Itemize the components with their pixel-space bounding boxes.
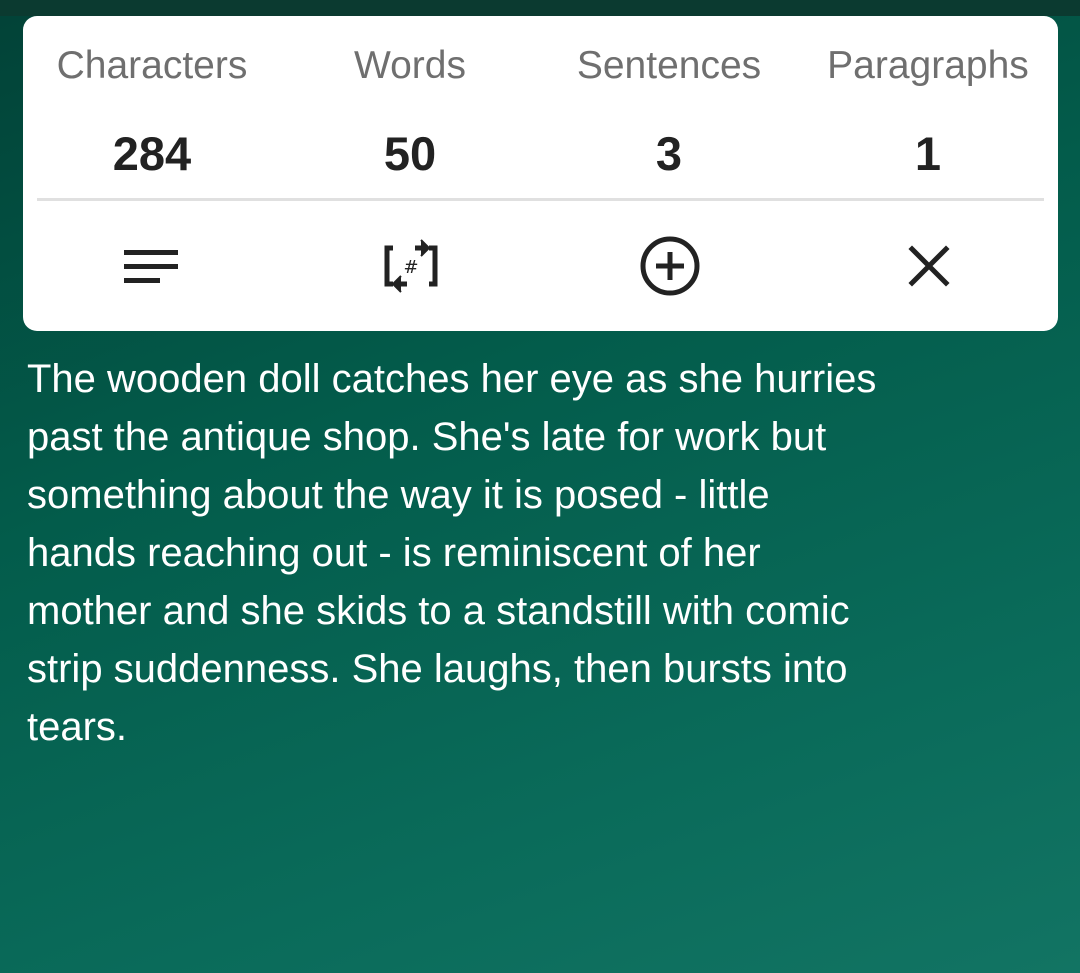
add-button[interactable] bbox=[630, 226, 710, 306]
stat-label: Words bbox=[354, 44, 466, 87]
stat-value: 284 bbox=[112, 127, 192, 180]
actions-row: # bbox=[23, 202, 1058, 331]
stat-label: Sentences bbox=[576, 44, 762, 87]
close-icon bbox=[908, 245, 950, 287]
lines-icon bbox=[124, 250, 178, 283]
text-body: The wooden doll catches her eye as she h… bbox=[27, 350, 1057, 756]
text-line: mother and she skids to a standstill wit… bbox=[27, 589, 850, 633]
stat-label: Characters bbox=[56, 44, 248, 87]
close-button[interactable] bbox=[889, 226, 969, 306]
text-line: The wooden doll catches her eye as she h… bbox=[27, 357, 877, 401]
divider bbox=[37, 198, 1044, 201]
count-toggle-button[interactable]: # bbox=[371, 226, 451, 306]
add-circle-icon bbox=[640, 236, 700, 296]
stat-value: 1 bbox=[914, 127, 942, 180]
stat-value: 50 bbox=[383, 127, 437, 180]
stat-label: Paragraphs bbox=[827, 44, 1029, 87]
lines-button[interactable] bbox=[112, 226, 192, 306]
text-line: strip suddenness. She laughs, then burst… bbox=[27, 647, 848, 691]
text-line: something about the way it is posed - li… bbox=[27, 473, 770, 517]
stats-row: Characters 284 Words 50 Sentences 3 Para… bbox=[23, 16, 1058, 201]
text-line: hands reaching out - is reminiscent of h… bbox=[27, 531, 761, 575]
status-bar-strip bbox=[0, 0, 1080, 16]
stat-value: 3 bbox=[655, 127, 683, 180]
text-line: tears. bbox=[27, 705, 128, 749]
stats-panel: Characters 284 Words 50 Sentences 3 Para… bbox=[23, 16, 1058, 331]
hash-glyph: # bbox=[403, 257, 418, 278]
text-line: past the antique shop. She's late for wo… bbox=[27, 415, 827, 459]
count-toggle-icon: # bbox=[384, 239, 438, 293]
